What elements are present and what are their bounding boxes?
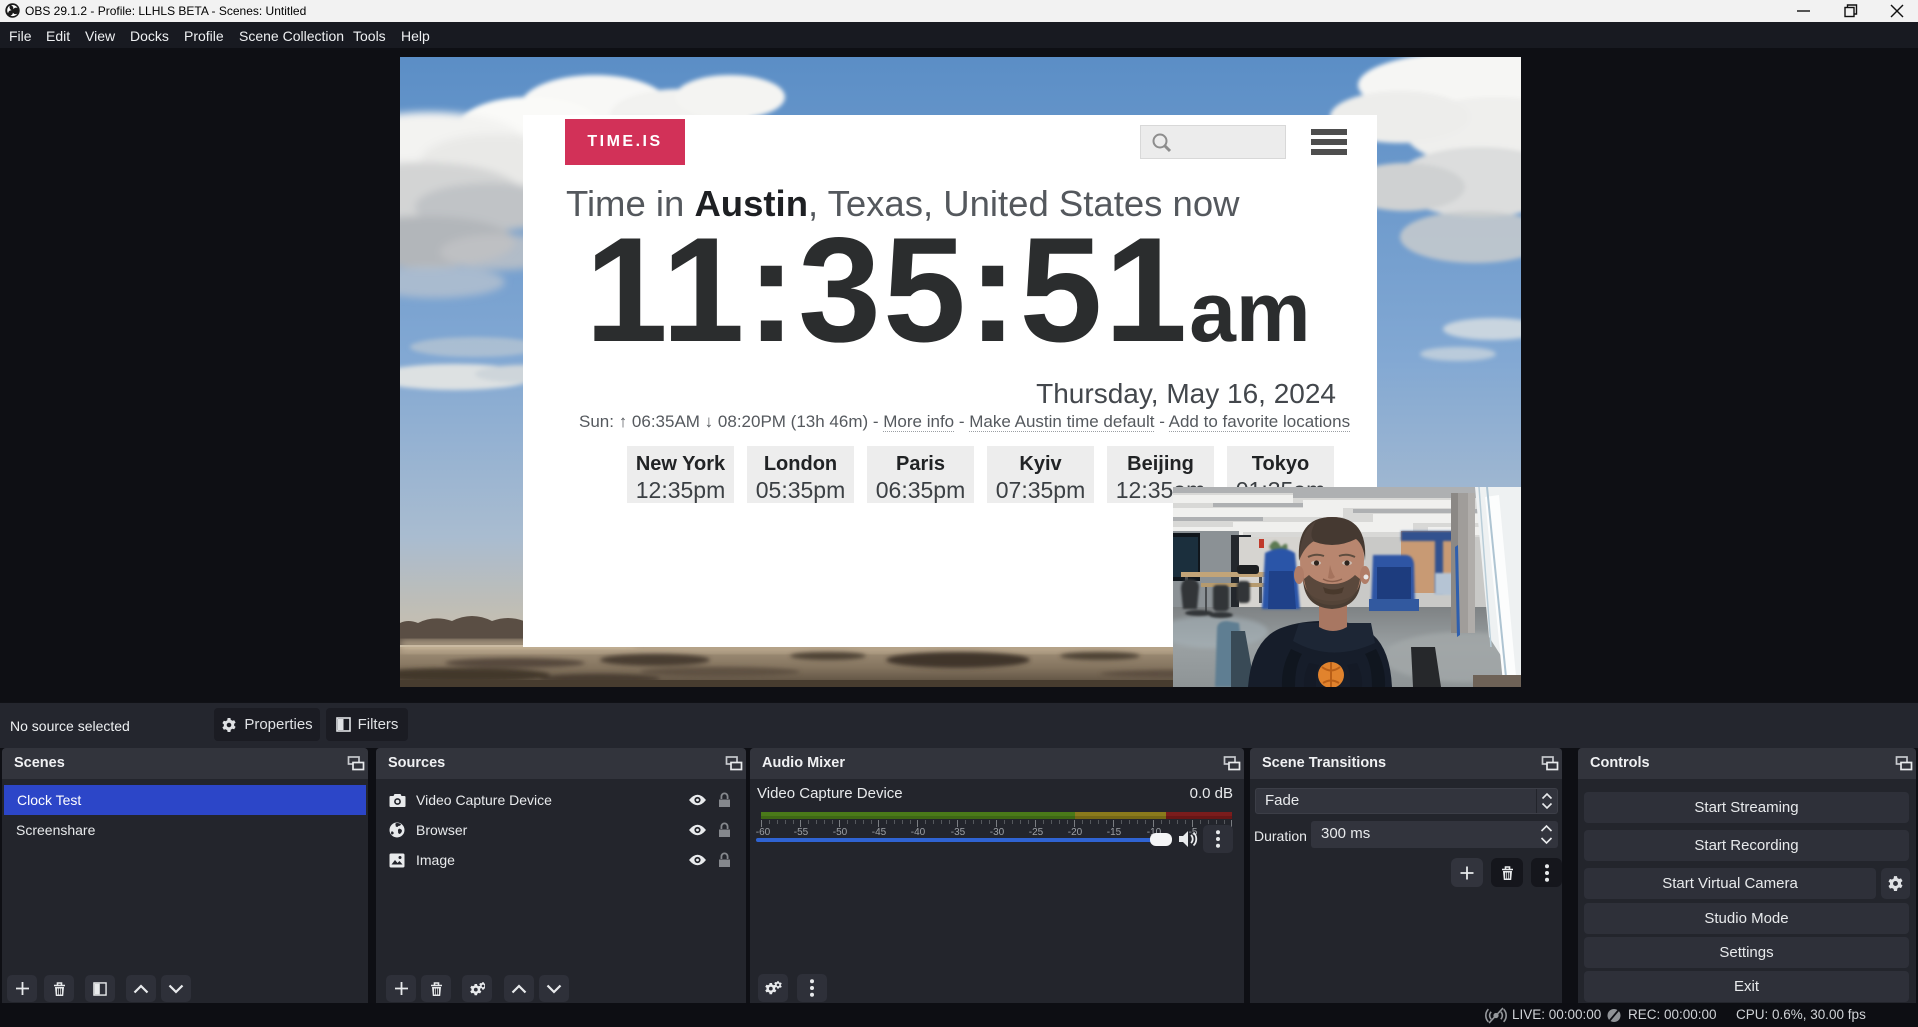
svg-text:-55: -55 <box>794 827 809 838</box>
svg-text:-35: -35 <box>951 827 966 838</box>
svg-text:-60: -60 <box>756 827 771 838</box>
svg-text:-40: -40 <box>911 827 926 838</box>
svg-text:-25: -25 <box>1029 827 1044 838</box>
svg-text:-50: -50 <box>833 827 848 838</box>
svg-text:-30: -30 <box>990 827 1005 838</box>
svg-text:-45: -45 <box>872 827 887 838</box>
svg-text:-15: -15 <box>1107 827 1122 838</box>
svg-text:-20: -20 <box>1068 827 1083 838</box>
